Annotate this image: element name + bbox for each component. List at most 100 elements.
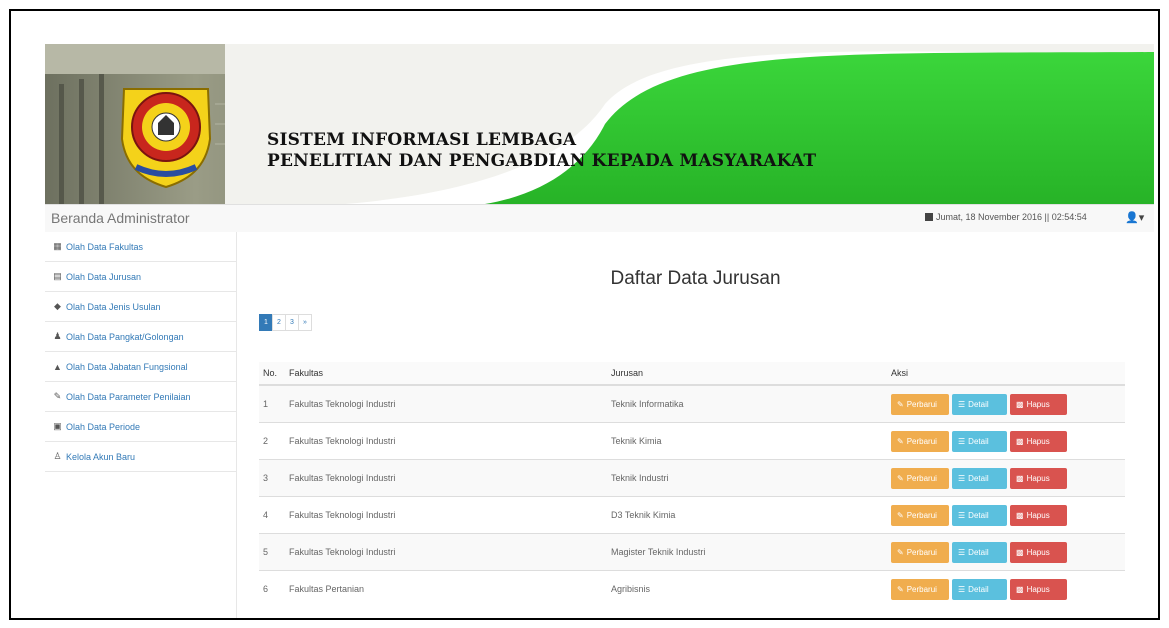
edit-icon: ✎ [897,473,904,483]
datetime-text: Jumat, 18 November 2016 || 02:54:54 [936,212,1087,222]
delete-button[interactable]: ▩ Hapus [1010,541,1067,563]
delete-button-label: Hapus [1026,510,1050,520]
detail-button[interactable]: ☰ Detail [952,578,1007,600]
system-title-line1: SISTEM INFORMASI LEMBAGA [267,130,577,150]
sidebar-item-periode[interactable]: ▣ Olah Data Periode [45,412,236,442]
page-title: Daftar Data Jurusan [610,268,781,289]
cell-fakultas: Fakultas Pertanian [285,570,607,607]
banner-graphic [45,44,1154,204]
sidebar-item-label: Olah Data Jurusan [66,271,142,282]
detail-button[interactable]: ☰ Detail [952,393,1007,415]
sidebar-item-akun-baru[interactable]: ♙ Kelola Akun Baru [45,442,236,472]
list-icon: ☰ [958,399,966,409]
pagination: 1 2 3 » [259,314,312,331]
cell-fakultas: Fakultas Teknologi Industri [285,422,607,460]
cell-jurusan: D3 Teknik Kimia [607,496,887,534]
detail-button-label: Detail [968,584,989,594]
sidebar-item-jenis-usulan[interactable]: ◆ Olah Data Jenis Usulan [45,292,236,322]
cell-actions: ✎ Perbarui ☰ Detail ▩ Hapus [887,570,1125,607]
user-menu-icon[interactable]: 👤▾ [1125,211,1144,224]
trash-icon: ▩ [1016,399,1024,409]
cell-jurusan: Agribisnis [607,570,887,607]
detail-button[interactable]: ☰ Detail [952,504,1007,526]
navbar-brand[interactable]: Beranda Administrator [51,210,190,226]
edit-button[interactable]: ✎ Perbarui [891,393,949,415]
edit-button[interactable]: ✎ Perbarui [891,541,949,563]
edit-button[interactable]: ✎ Perbarui [891,467,949,489]
table-row: 2 Fakultas Teknologi Industri Teknik Kim… [259,422,1125,460]
main-content: Daftar Data Jurusan 1 2 3 » No. Fakultas… [237,232,1154,618]
page-link-2[interactable]: 2 [272,314,286,331]
sidebar-item-parameter-penilaian[interactable]: ✎ Olah Data Parameter Penilaian [45,382,236,412]
page-link-3[interactable]: 3 [285,314,299,331]
delete-button[interactable]: ▩ Hapus [1010,393,1067,415]
trash-icon: ▩ [1016,547,1024,557]
sidebar-item-jurusan[interactable]: ▤ Olah Data Jurusan [45,262,236,292]
calendar-icon: ▣ [53,421,62,431]
edit-icon: ✎ [897,510,904,520]
app: SISTEM INFORMASI LEMBAGA PENELITIAN DAN … [45,44,1154,618]
tag-icon: ◆ [54,301,61,311]
sidebar-item-label: Olah Data Periode [66,421,141,432]
detail-button[interactable]: ☰ Detail [952,430,1007,452]
cell-jurusan: Teknik Industri [607,459,887,497]
list-icon: ☰ [958,547,966,557]
sidebar-item-jabatan-fungsional[interactable]: ▲ Olah Data Jabatan Fungsional [45,352,236,382]
edit-icon: ✎ [897,584,904,594]
cell-no: 1 [259,384,285,423]
sidebar-item-label: Olah Data Jabatan Fungsional [66,361,188,372]
system-title-line2: PENELITIAN DAN PENGABDIAN KEPADA MASYARA… [267,151,817,171]
delete-button[interactable]: ▩ Hapus [1010,578,1067,600]
cell-fakultas: Fakultas Teknologi Industri [285,459,607,497]
header-banner: SISTEM INFORMASI LEMBAGA PENELITIAN DAN … [45,44,1154,204]
delete-button-label: Hapus [1026,399,1050,409]
page-link-1[interactable]: 1 [259,314,273,331]
table-row: 1 Fakultas Teknologi Industri Teknik Inf… [259,384,1125,423]
detail-button[interactable]: ☰ Detail [952,541,1007,563]
edit-icon: ✎ [897,436,904,446]
delete-button[interactable]: ▩ Hapus [1010,504,1067,526]
edit-button-label: Perbarui [906,436,937,446]
detail-button-label: Detail [968,547,989,557]
column-header-aksi: Aksi [887,362,1125,386]
cell-actions: ✎ Perbarui ☰ Detail ▩ Hapus [887,422,1125,460]
edit-button[interactable]: ✎ Perbarui [891,578,949,600]
delete-button[interactable]: ▩ Hapus [1010,467,1067,489]
column-header-fakultas: Fakultas [285,362,607,386]
table-row: 6 Fakultas Pertanian Agribisnis ✎ Perbaru… [259,570,1125,607]
cell-fakultas: Fakultas Teknologi Industri [285,533,607,571]
cell-no: 2 [259,422,285,460]
cell-jurusan: Magister Teknik Industri [607,533,887,571]
cell-no: 6 [259,570,285,607]
table-row: 4 Fakultas Teknologi Industri D3 Teknik … [259,496,1125,534]
edit-button-label: Perbarui [906,473,937,483]
sidebar-item-fakultas[interactable]: ▦ Olah Data Fakultas [45,232,236,262]
table-header-row: No. Fakultas Jurusan Aksi [259,362,1125,386]
edit-button-label: Perbarui [906,510,937,520]
list-icon: ☰ [958,510,966,520]
detail-button-label: Detail [968,399,989,409]
cell-fakultas: Fakultas Teknologi Industri [285,496,607,534]
screenshot-frame: SISTEM INFORMASI LEMBAGA PENELITIAN DAN … [9,9,1160,620]
page-link-next[interactable]: » [298,314,312,331]
detail-button-label: Detail [968,473,989,483]
sidebar-item-label: Kelola Akun Baru [66,451,136,462]
sidebar-item-pangkat-golongan[interactable]: ♟ Olah Data Pangkat/Golongan [45,322,236,352]
cell-actions: ✎ Perbarui ☰ Detail ▩ Hapus [887,384,1125,423]
edit-button-label: Perbarui [906,584,937,594]
detail-button[interactable]: ☰ Detail [952,467,1007,489]
edit-button[interactable]: ✎ Perbarui [891,430,949,452]
sidebar-item-label: Olah Data Pangkat/Golongan [66,331,184,342]
detail-button-label: Detail [968,436,989,446]
delete-button-label: Hapus [1026,584,1050,594]
edit-button[interactable]: ✎ Perbarui [891,504,949,526]
graduation-cap-icon: ▲ [53,361,62,372]
cell-no: 4 [259,496,285,534]
sidebar-item-label: Olah Data Parameter Penilaian [66,391,191,402]
table-row: 3 Fakultas Teknologi Industri Teknik Ind… [259,459,1125,497]
sidebar-item-label: Olah Data Jenis Usulan [66,301,161,312]
sidebar: ▦ Olah Data Fakultas ▤ Olah Data Jurusan ◆… [45,232,237,618]
trash-icon: ▩ [1016,510,1024,520]
edit-button-label: Perbarui [906,547,937,557]
delete-button[interactable]: ▩ Hapus [1010,430,1067,452]
